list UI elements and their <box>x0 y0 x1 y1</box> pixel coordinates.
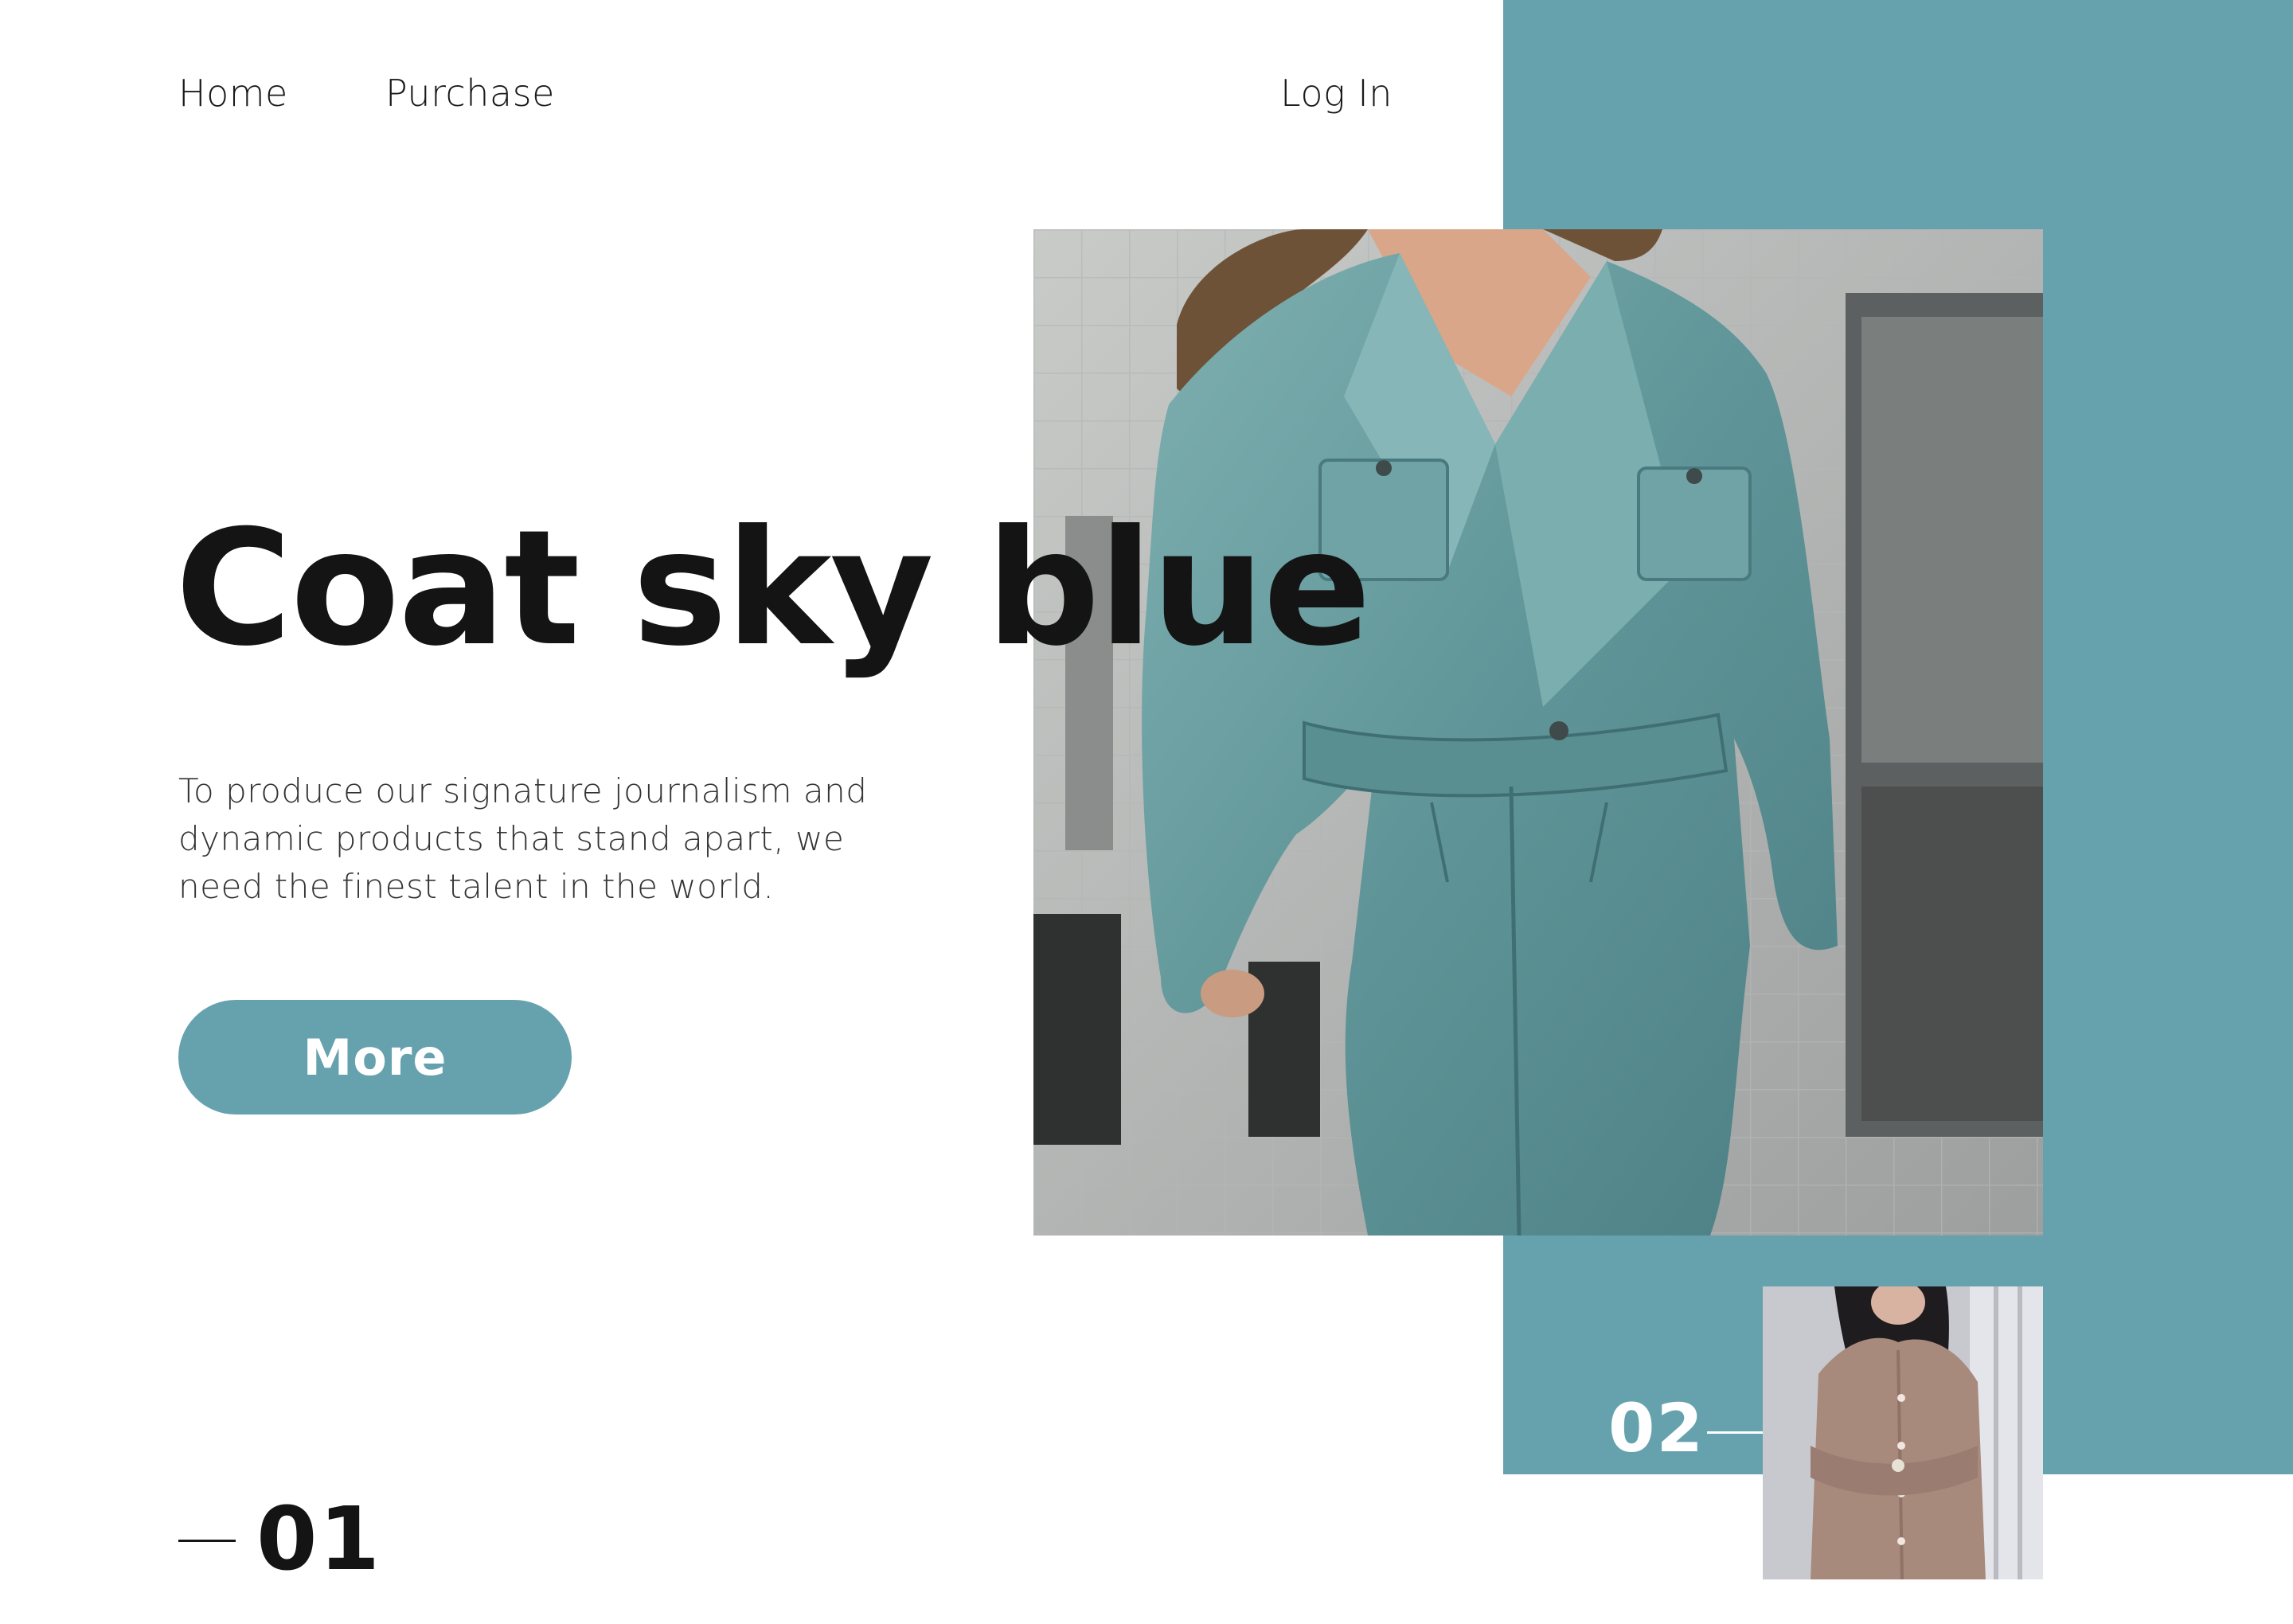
current-slide-number: 01 <box>256 1488 382 1590</box>
slide-indicator-line <box>178 1540 236 1542</box>
hero-photo <box>1033 229 2043 1236</box>
nav-home-link[interactable]: Home <box>178 72 288 115</box>
landing-page: Home Purchase Log In Coat sky blue To pr… <box>0 0 2293 1624</box>
hero-description: To produce our signature journalism and … <box>178 771 868 906</box>
nav-purchase-link[interactable]: Purchase <box>385 72 555 115</box>
more-button[interactable]: More <box>178 1000 572 1115</box>
hero-title: Coat sky blue <box>175 496 1371 681</box>
thumbnail-illustration <box>1763 1286 2043 1579</box>
hero-photo-illustration <box>1033 229 2043 1236</box>
next-slide-number[interactable]: 02 <box>1608 1395 1705 1462</box>
nav-login-link[interactable]: Log In <box>1280 72 1393 115</box>
next-slide-thumbnail[interactable] <box>1763 1286 2043 1579</box>
